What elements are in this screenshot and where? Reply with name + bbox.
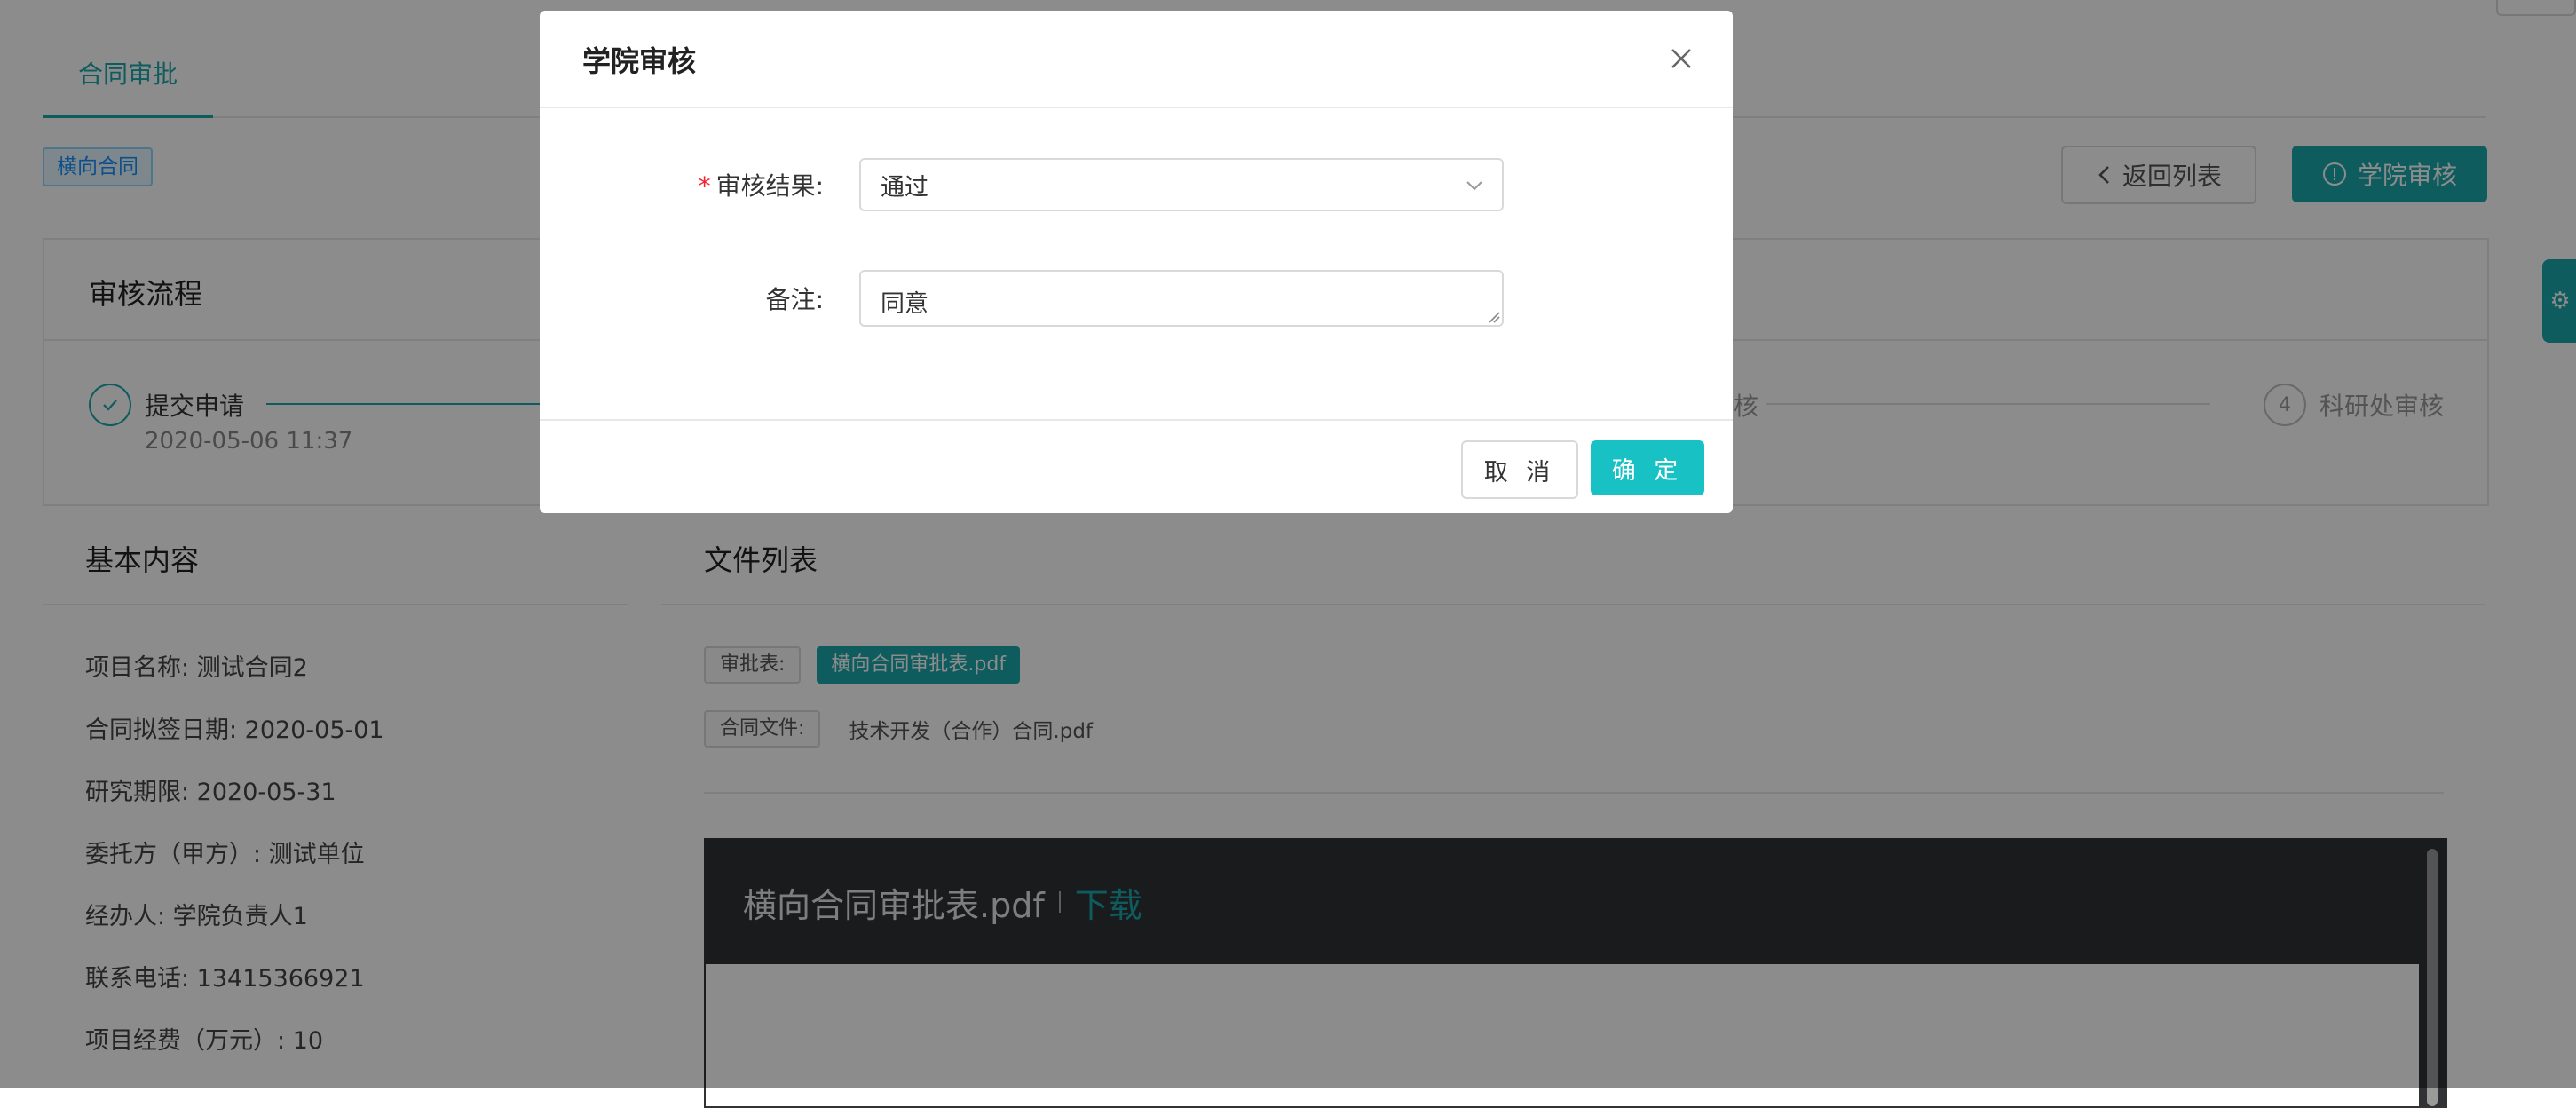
cancel-button[interactable]: 取 消 bbox=[1461, 440, 1578, 499]
dialog-header: 学院审核 bbox=[540, 11, 1733, 108]
review-result-value: 通过 bbox=[881, 173, 928, 202]
college-review-dialog: 学院审核 * 审核结果: 通过 备注: 同意 取 消 确 定 bbox=[540, 11, 1733, 513]
required-mark: * bbox=[698, 171, 711, 201]
review-result-select[interactable]: 通过 bbox=[859, 158, 1504, 211]
remark-textarea[interactable]: 同意 bbox=[859, 270, 1504, 327]
review-result-label-text: 审核结果: bbox=[715, 171, 824, 201]
close-icon[interactable] bbox=[1665, 43, 1697, 75]
remark-label: 备注: bbox=[765, 285, 824, 314]
chevron-down-icon bbox=[1466, 181, 1482, 191]
confirm-button[interactable]: 确 定 bbox=[1591, 440, 1704, 495]
resize-grip-icon[interactable] bbox=[1488, 311, 1500, 323]
dialog-title: 学院审核 bbox=[582, 44, 697, 78]
review-result-label: * 审核结果: bbox=[540, 167, 824, 202]
